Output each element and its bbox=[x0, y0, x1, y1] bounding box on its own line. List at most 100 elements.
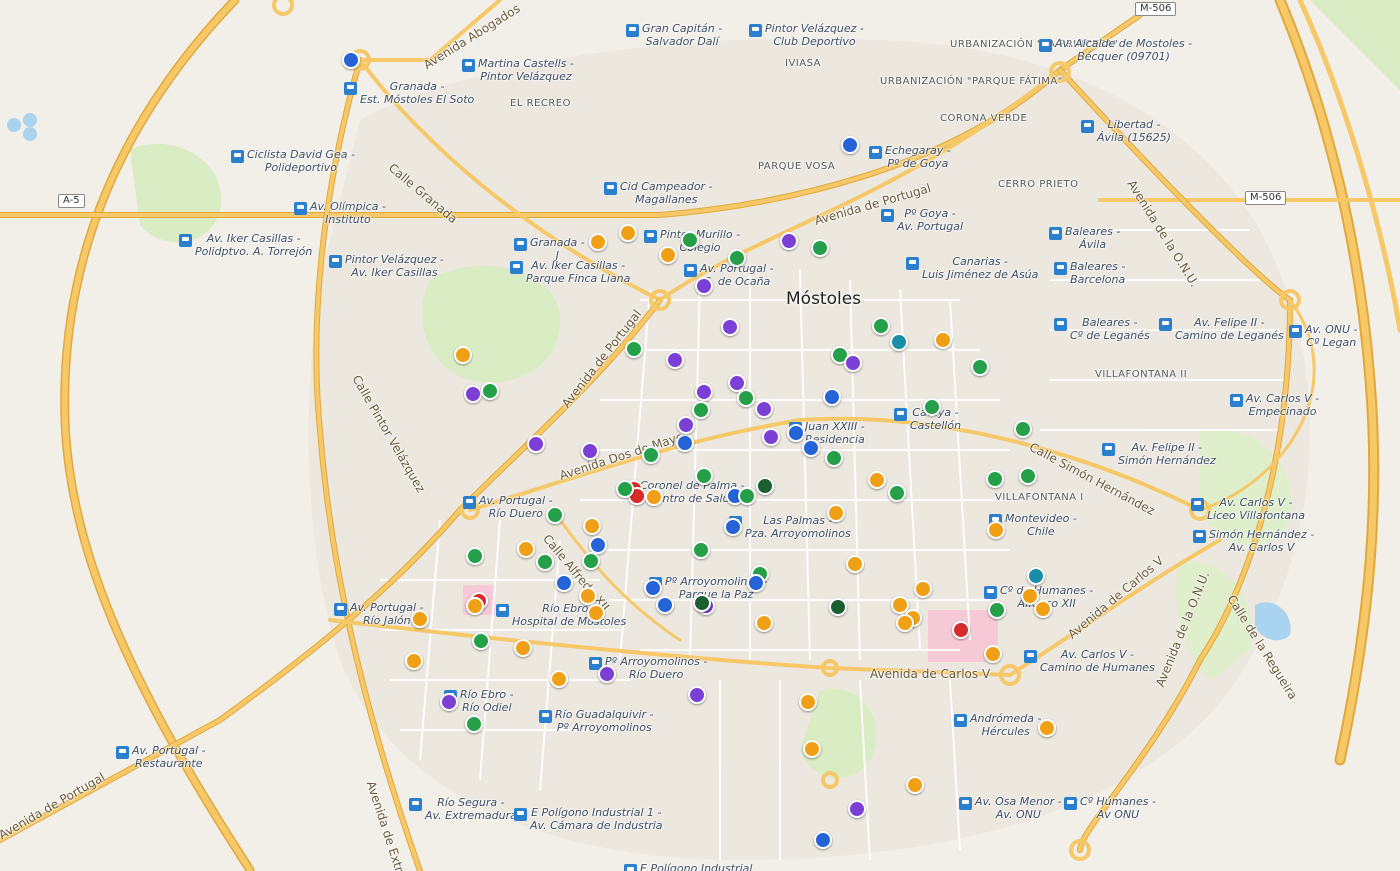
bus-stop-label[interactable]: Río Guadalquivir - Pº Arroyomolinos bbox=[555, 708, 654, 734]
poi-marker[interactable] bbox=[688, 686, 706, 704]
poi-marker[interactable] bbox=[666, 351, 684, 369]
bus-stop-icon[interactable] bbox=[409, 798, 422, 811]
poi-marker[interactable] bbox=[755, 614, 773, 632]
poi-marker[interactable] bbox=[465, 715, 483, 733]
poi-marker[interactable] bbox=[517, 540, 535, 558]
poi-marker[interactable] bbox=[971, 358, 989, 376]
bus-stop-label[interactable]: Av. Osa Menor - Av. ONU bbox=[975, 795, 1062, 821]
bus-stop-icon[interactable] bbox=[514, 808, 527, 821]
bus-stop-icon[interactable] bbox=[604, 182, 617, 195]
poi-marker[interactable] bbox=[656, 596, 674, 614]
poi-marker[interactable] bbox=[814, 831, 832, 849]
poi-marker[interactable] bbox=[440, 693, 458, 711]
poi-marker[interactable] bbox=[755, 400, 773, 418]
bus-stop-icon[interactable] bbox=[294, 202, 307, 215]
poi-marker[interactable] bbox=[695, 467, 713, 485]
bus-stop-icon[interactable] bbox=[116, 746, 129, 759]
poi-marker[interactable] bbox=[546, 506, 564, 524]
poi-marker[interactable] bbox=[693, 594, 711, 612]
bus-stop-icon[interactable] bbox=[881, 209, 894, 222]
poi-marker[interactable] bbox=[848, 800, 866, 818]
poi-marker[interactable] bbox=[799, 693, 817, 711]
poi-marker[interactable] bbox=[676, 434, 694, 452]
bus-stop-icon[interactable] bbox=[539, 710, 552, 723]
poi-marker[interactable] bbox=[454, 346, 472, 364]
poi-marker[interactable] bbox=[987, 521, 1005, 539]
poi-marker[interactable] bbox=[724, 518, 742, 536]
poi-marker[interactable] bbox=[846, 555, 864, 573]
poi-marker[interactable] bbox=[405, 652, 423, 670]
poi-marker[interactable] bbox=[934, 331, 952, 349]
poi-marker[interactable] bbox=[681, 231, 699, 249]
bus-stop-label[interactable]: Av. Felipe II - Camino de Leganés bbox=[1175, 316, 1284, 342]
poi-marker[interactable] bbox=[555, 574, 573, 592]
poi-marker[interactable] bbox=[1027, 567, 1045, 585]
poi-marker[interactable] bbox=[825, 449, 843, 467]
bus-stop-label[interactable]: Pº Goya - Av. Portugal bbox=[897, 207, 963, 233]
bus-stop-label[interactable]: Av. Portugal - Restaurante bbox=[132, 744, 206, 770]
poi-marker[interactable] bbox=[906, 776, 924, 794]
bus-stop-icon[interactable] bbox=[869, 146, 882, 159]
poi-marker[interactable] bbox=[787, 424, 805, 442]
bus-stop-icon[interactable] bbox=[1064, 797, 1077, 810]
poi-marker[interactable] bbox=[896, 614, 914, 632]
poi-marker[interactable] bbox=[803, 740, 821, 758]
bus-stop-label[interactable]: Av. Felipe II - Simón Hernández bbox=[1118, 441, 1216, 467]
poi-marker[interactable] bbox=[514, 639, 532, 657]
bus-stop-icon[interactable] bbox=[1102, 443, 1115, 456]
bus-stop-label[interactable]: Martina Castells - Pintor Velázquez bbox=[478, 57, 574, 83]
poi-marker[interactable] bbox=[644, 579, 662, 597]
bus-stop-label[interactable]: Av. Carlos V - Liceo Villafontana bbox=[1207, 496, 1305, 522]
poi-marker[interactable] bbox=[728, 249, 746, 267]
bus-stop-icon[interactable] bbox=[462, 59, 475, 72]
poi-marker[interactable] bbox=[802, 439, 820, 457]
poi-marker[interactable] bbox=[988, 601, 1006, 619]
bus-stop-label[interactable]: E Polígono Industrial bbox=[640, 862, 752, 871]
bus-stop-label[interactable]: Ciclista David Gea - Polideportivo bbox=[247, 148, 355, 174]
bus-stop-label[interactable]: Río Ebro - Hospital de Móstoles bbox=[512, 602, 626, 628]
bus-stop-icon[interactable] bbox=[1191, 498, 1204, 511]
poi-marker[interactable] bbox=[550, 670, 568, 688]
poi-marker[interactable] bbox=[464, 385, 482, 403]
bus-stop-label[interactable]: Pintor Velázquez - Club Deportivo bbox=[765, 22, 864, 48]
poi-marker[interactable] bbox=[914, 580, 932, 598]
bus-stop-icon[interactable] bbox=[644, 230, 657, 243]
poi-marker[interactable] bbox=[598, 665, 616, 683]
bus-stop-label[interactable]: Av. Iker Casillas - Parque Finca Liana bbox=[526, 259, 630, 285]
poi-marker[interactable] bbox=[923, 398, 941, 416]
poi-marker[interactable] bbox=[625, 340, 643, 358]
poi-marker[interactable] bbox=[677, 416, 695, 434]
poi-marker[interactable] bbox=[780, 232, 798, 250]
poi-marker[interactable] bbox=[466, 547, 484, 565]
bus-stop-icon[interactable] bbox=[1230, 394, 1243, 407]
poi-marker[interactable] bbox=[868, 471, 886, 489]
poi-marker[interactable] bbox=[692, 401, 710, 419]
bus-stop-label[interactable]: Av. Iker Casillas - Polidptvo. A. Torrej… bbox=[195, 232, 312, 258]
bus-stop-label[interactable]: Río Ebro - Río Odiel bbox=[460, 688, 514, 714]
poi-marker[interactable] bbox=[481, 382, 499, 400]
poi-marker[interactable] bbox=[342, 51, 360, 69]
bus-stop-icon[interactable] bbox=[1039, 39, 1052, 52]
bus-stop-label[interactable]: Av. Carlos V - Empecinado bbox=[1246, 392, 1319, 418]
bus-stop-icon[interactable] bbox=[1159, 318, 1172, 331]
bus-stop-icon[interactable] bbox=[984, 586, 997, 599]
poi-marker[interactable] bbox=[583, 517, 601, 535]
poi-marker[interactable] bbox=[619, 224, 637, 242]
bus-stop-icon[interactable] bbox=[231, 150, 244, 163]
bus-stop-icon[interactable] bbox=[510, 261, 523, 274]
poi-marker[interactable] bbox=[581, 442, 599, 460]
bus-stop-icon[interactable] bbox=[514, 238, 527, 251]
poi-marker[interactable] bbox=[721, 318, 739, 336]
bus-stop-label[interactable]: Andrómeda - Hércules bbox=[970, 712, 1041, 738]
bus-stop-label[interactable]: Cº Húmanes - Av ONU bbox=[1080, 795, 1156, 821]
poi-marker[interactable] bbox=[841, 136, 859, 154]
poi-marker[interactable] bbox=[527, 435, 545, 453]
bus-stop-label[interactable]: Echegaray - Pº de Goya bbox=[885, 144, 951, 170]
bus-stop-icon[interactable] bbox=[624, 864, 637, 871]
bus-stop-label[interactable]: Pº Arroyomolinos - Río Duero bbox=[605, 655, 707, 681]
poi-marker[interactable] bbox=[1034, 600, 1052, 618]
poi-marker[interactable] bbox=[659, 246, 677, 264]
bus-stop-icon[interactable] bbox=[626, 24, 639, 37]
poi-marker[interactable] bbox=[645, 488, 663, 506]
poi-marker[interactable] bbox=[695, 277, 713, 295]
